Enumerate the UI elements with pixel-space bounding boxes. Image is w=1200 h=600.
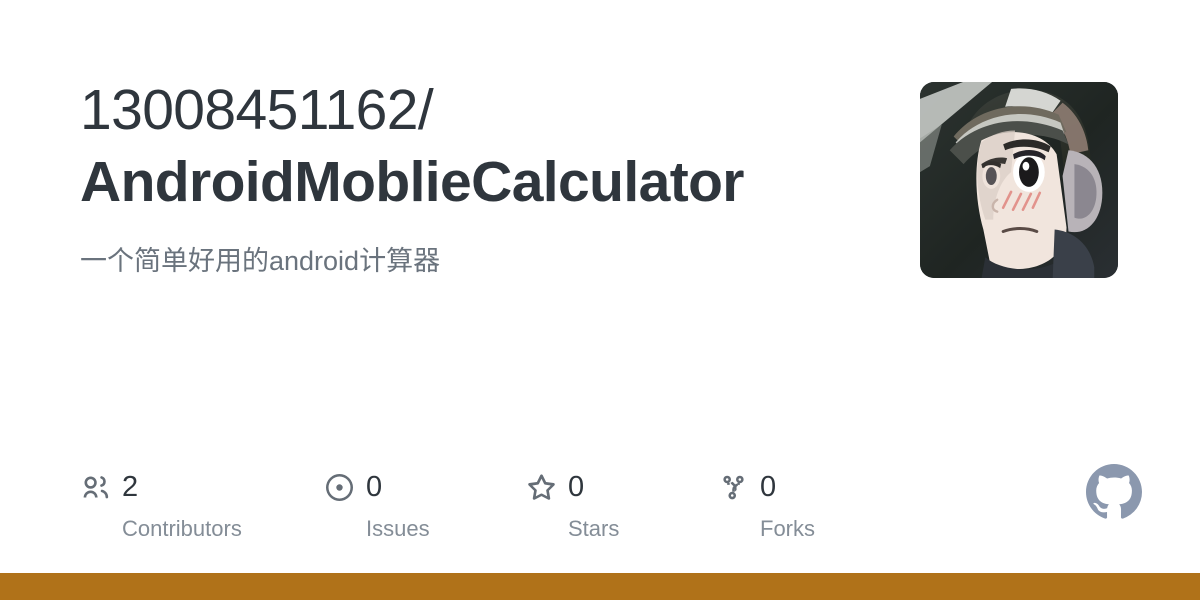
stat-issues-value: 0 [366, 471, 383, 503]
repo-description: 一个简单好用的android计算器 [80, 246, 441, 276]
repo-social-preview-card: 13008451162/ AndroidMoblieCalculator 一个简… [0, 0, 1200, 600]
repo-heading: 13008451162/ AndroidMoblieCalculator 一个简… [80, 74, 880, 280]
stat-issues-top: 0 [324, 468, 382, 506]
stat-stars: 0 Stars [526, 468, 666, 542]
avatar [920, 82, 1118, 278]
repo-stats: 2 Contributors 0 Issues 0 Stars 0 Forks [80, 468, 838, 542]
stat-contributors-value: 2 [122, 471, 139, 503]
stat-stars-label: Stars [568, 516, 620, 541]
stat-forks-top: 0 [718, 468, 776, 506]
people-icon [80, 472, 110, 502]
repo-name[interactable]: AndroidMoblieCalculator [80, 146, 880, 218]
stat-stars-top: 0 [526, 468, 584, 506]
github-octocat-icon [1086, 464, 1142, 520]
language-bar [0, 573, 1200, 600]
star-icon [526, 472, 556, 502]
stat-contributors-label: Contributors [122, 516, 242, 541]
stat-forks-value: 0 [760, 471, 777, 503]
stat-contributors: 2 Contributors [80, 468, 272, 542]
stat-forks-label: Forks [760, 516, 815, 541]
stat-issues-label: Issues [366, 516, 430, 541]
stat-issues: 0 Issues [324, 468, 474, 542]
language-segment-java [0, 573, 1200, 600]
repo-owner[interactable]: 13008451162/ [80, 74, 880, 146]
stat-stars-value: 0 [568, 471, 585, 503]
issue-opened-icon [324, 472, 354, 502]
repo-forked-icon [718, 472, 748, 502]
stat-contributors-top: 2 [80, 468, 138, 506]
stat-forks: 0 Forks [718, 468, 838, 542]
page-title: 13008451162/ AndroidMoblieCalculator [80, 74, 880, 218]
card-header: 13008451162/ AndroidMoblieCalculator 一个简… [80, 74, 1120, 304]
